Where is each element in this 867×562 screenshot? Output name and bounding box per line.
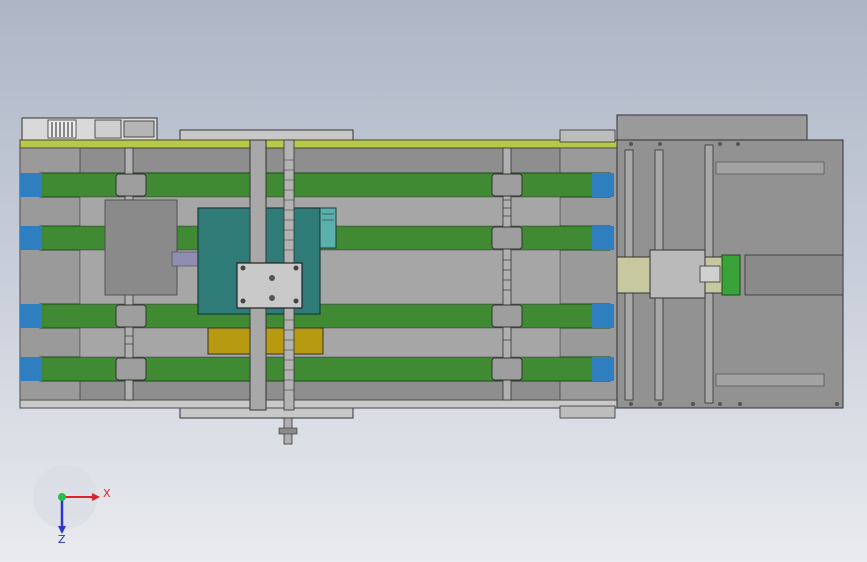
belt-row-4 [20, 356, 614, 382]
y-axis-dot [58, 493, 66, 501]
coordinate-triad: X Z [33, 465, 111, 546]
motor-connector [171, 251, 201, 267]
carriage-plate[interactable] [236, 262, 303, 309]
z-axis-label: Z [58, 533, 66, 546]
top-rail [19, 139, 619, 149]
conveyor-assembly [19, 114, 844, 445]
under-motor [104, 199, 178, 296]
top-gantry-plate [179, 129, 354, 141]
belt-row-1 [20, 172, 614, 198]
transfer-module [616, 114, 844, 409]
cad-viewport[interactable]: X Z [0, 0, 867, 562]
drive-unit [21, 117, 158, 143]
bottom-rail [19, 399, 619, 409]
x-axis-label: X [103, 487, 111, 500]
top-bracket [559, 129, 616, 143]
bottom-bracket [559, 405, 616, 419]
